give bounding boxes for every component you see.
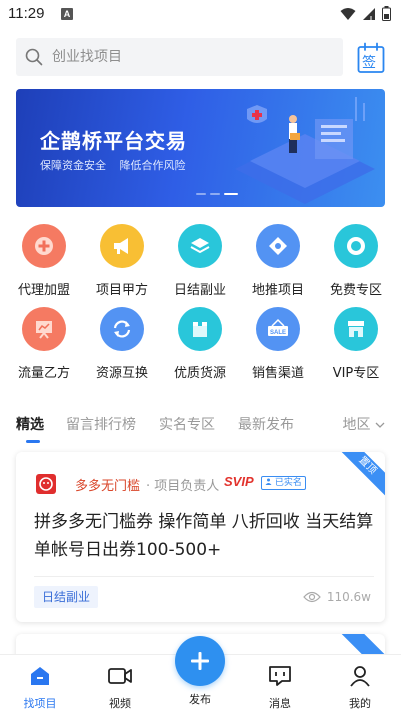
tab-indicator [26,440,40,443]
carousel-dot-active[interactable] [224,193,238,195]
person-id-icon [265,478,272,485]
nav-messages[interactable]: 消息 [250,663,310,711]
shop-logo [36,474,56,494]
verified-badge: 已实名 [261,476,306,490]
category-liuliang-yifang[interactable]: 流量乙方 [6,307,82,381]
category-xiangmu-jiafang[interactable]: 项目甲方 [84,224,160,298]
card-divider [34,576,374,577]
eye-icon [303,591,321,603]
tab-liuyan-paihangbang[interactable]: 留言排行榜 [66,414,136,434]
nav-label: 找项目 [23,697,57,710]
home-icon [10,663,70,689]
cellular-signal-icon [363,7,375,20]
svg-text:SALE: SALE [270,330,286,336]
presentation-board-icon [22,307,66,351]
category-youzhi-huoyuan[interactable]: 优质货源 [162,307,238,381]
banner-subtitle-item: 保障资金安全 [40,159,106,172]
region-filter-label: 地区 [342,417,371,433]
nav-me[interactable]: 我的 [330,663,390,711]
shop-name[interactable]: 多多无门槛 [75,475,140,494]
app-screen: 11:29 A 签 [0,0,401,714]
publish-label[interactable]: 发布 [170,691,230,707]
banner-title: 企鹊桥平台交易 [40,129,187,153]
nav-video[interactable]: 视频 [90,663,150,711]
sign-button-label: 签 [362,55,376,71]
view-count: 110.6w [303,590,371,604]
feed-tabs: 精选 留言排行榜 实名专区 最新发布 地区 [16,414,385,443]
publish-button[interactable] [175,636,225,686]
category-xiaoshou-qudao[interactable]: SALE 销售渠道 [240,307,316,381]
platform-illustration-icon [235,97,375,204]
layers-icon [178,224,222,268]
category-label: 免费专区 [329,283,382,298]
category-label: 代理加盟 [17,283,70,298]
category-daili-jiameng[interactable]: 代理加盟 [6,224,82,298]
category-rijie-fuye[interactable]: 日结副业 [162,224,238,298]
category-label: 日结副业 [173,283,226,298]
category-label: 资源互换 [95,366,148,381]
category-label: 优质货源 [173,366,226,381]
verified-badge-label: 已实名 [274,478,302,488]
carousel-dot[interactable] [210,193,220,195]
promo-banner[interactable]: 企鹊桥平台交易 保障资金安全 降低合作风险 [16,89,385,207]
category-label: 地推项目 [251,283,304,298]
storefront-icon [334,307,378,351]
tab-jingxuan[interactable]: 精选 [16,414,44,434]
puzzle-icon [256,224,300,268]
category-label: 项目甲方 [95,283,148,298]
banner-subtitle-item: 降低合作风险 [119,159,186,172]
battery-icon [382,6,391,21]
listing-card[interactable]: 置顶 多多无门槛 · 项目负责人 SVIP 已实名 拼多多无门槛券 操作简单 八… [16,452,385,622]
notification-a-icon: A [61,8,73,20]
carousel-dot[interactable] [196,193,206,195]
sign-in-button[interactable]: 签 [357,42,385,74]
chat-bubble-icon [250,663,310,689]
nav-label: 消息 [269,697,291,710]
nav-label: 我的 [349,697,371,710]
search-input[interactable] [52,47,322,67]
wifi-icon [340,7,356,20]
user-icon [330,663,390,689]
category-label: VIP专区 [332,366,380,381]
category-ditui-xiangmu[interactable]: 地推项目 [240,224,316,298]
carousel-indicator [196,193,238,195]
system-icons [340,6,391,21]
status-bar: 11:29 A [0,0,401,28]
package-box-icon [178,307,222,351]
tab-zuixin-fabu[interactable]: 最新发布 [238,414,294,434]
view-count-value: 110.6w [326,590,371,604]
nav-label: 视频 [109,697,131,710]
megaphone-icon [100,224,144,268]
category-label: 流量乙方 [17,366,70,381]
category-mianfei-zhuanqu[interactable]: 免费专区 [318,224,394,298]
listing-title[interactable]: 拼多多无门槛券 操作简单 八折回收 当天结算 单帐号日出券100-500+ [34,508,374,564]
free-badge-icon [334,224,378,268]
exchange-arrows-icon [100,307,144,351]
video-camera-icon [90,663,150,689]
chevron-down-icon [375,422,385,428]
svip-badge: SVIP [224,474,254,489]
category-tag[interactable]: 日结副业 [34,586,99,608]
plus-icon [191,652,209,670]
region-filter[interactable]: 地区 [343,414,385,434]
category-ziyuan-huhuan[interactable]: 资源互换 [84,307,160,381]
search-bar[interactable] [16,38,343,76]
tab-shiming-zhuanqu[interactable]: 实名专区 [159,414,215,434]
category-label: 销售渠道 [251,366,304,381]
status-time: 11:29 [8,5,45,22]
publisher-role: · 项目负责人 [146,479,220,494]
search-icon [25,48,43,66]
sale-sign-icon: SALE [256,307,300,351]
pinned-ribbon: 置顶 [333,452,385,500]
plus-badge-icon [22,224,66,268]
nav-find-project[interactable]: 找项目 [10,663,70,711]
category-vip-zhuanqu[interactable]: VIP专区 [318,307,394,381]
banner-subtitle: 保障资金安全 降低合作风险 [40,157,196,173]
